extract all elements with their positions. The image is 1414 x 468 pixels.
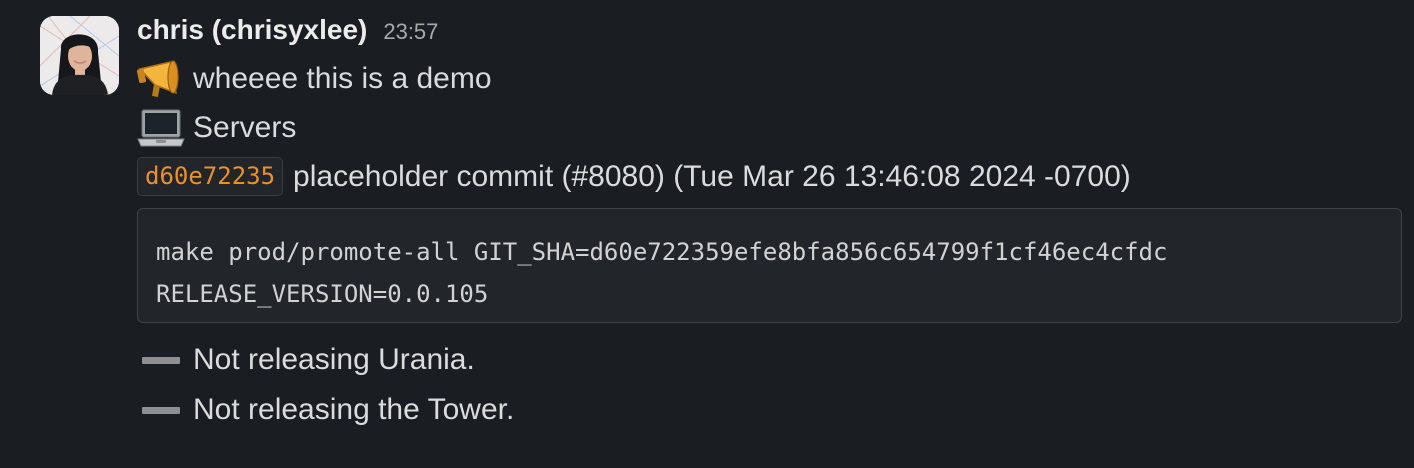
- skip-item: Not releasing the Tower.: [137, 385, 1404, 435]
- avatar[interactable]: [40, 16, 119, 95]
- code-block[interactable]: make prod/promote-all GIT_SHA=d60e722359…: [137, 208, 1402, 323]
- code-line: RELEASE_VERSION=0.0.105: [156, 280, 489, 308]
- skip-text: Not releasing the Tower.: [193, 393, 515, 426]
- commit-description: placeholder commit (#8080) (Tue Mar 26 1…: [293, 159, 1131, 193]
- code-line: make prod/promote-all GIT_SHA=d60e722359…: [156, 238, 1168, 266]
- laptop-icon: [137, 108, 185, 148]
- message-header: chris (chrisyxlee) 23:57: [137, 14, 1404, 54]
- commit-sha-link[interactable]: d60e72235: [137, 157, 284, 196]
- message-line: wheeee this is a demo: [137, 54, 1404, 103]
- avatar-photo: [40, 16, 119, 95]
- skip-item: Not releasing Urania.: [137, 335, 1404, 385]
- message-timestamp[interactable]: 23:57: [383, 19, 438, 45]
- message-text: wheeee this is a demo: [193, 61, 492, 95]
- message-text: Servers: [193, 110, 297, 144]
- message-line: Servers: [137, 103, 1404, 152]
- message: chris (chrisyxlee) 23:57 wheeee this is …: [0, 0, 1414, 468]
- megaphone-icon: [137, 59, 185, 99]
- author-name[interactable]: chris (chrisyxlee): [137, 14, 367, 46]
- minus-icon: [137, 390, 185, 430]
- skip-text: Not releasing Urania.: [193, 343, 475, 376]
- commit-line: d60e72235 placeholder commit (#8080) (Tu…: [137, 152, 1404, 201]
- skip-list: Not releasing Urania. Not releasing the …: [137, 335, 1404, 435]
- minus-icon: [137, 340, 185, 380]
